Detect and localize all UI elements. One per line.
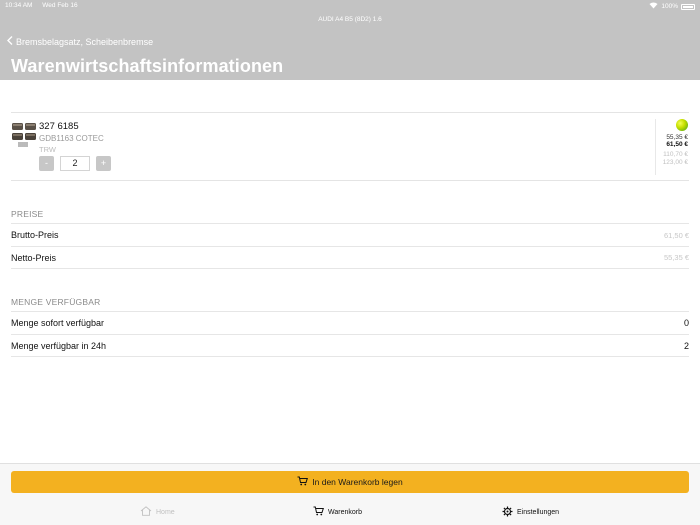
quantity-input[interactable]: 2 — [60, 156, 90, 171]
price-column: 55,35 € 61,50 € 110,70 € 123,00 € — [655, 119, 689, 175]
availability-indicator — [676, 119, 688, 131]
chevron-left-icon — [7, 36, 13, 47]
home-icon — [140, 506, 152, 518]
increment-button[interactable]: + — [96, 156, 111, 171]
tab-settings-label: Einstellungen — [517, 509, 560, 516]
tab-cart-label: Warenkorb — [328, 508, 362, 516]
price-row: Netto-Preis 55,35 € — [11, 246, 689, 269]
gear-icon — [502, 506, 513, 519]
prices-section-header: PREISE — [11, 209, 44, 219]
stock-section-header: MENGE VERFÜGBAR — [11, 297, 101, 307]
price-row-label: Netto-Preis — [11, 252, 57, 263]
tab-home[interactable]: Home — [140, 506, 175, 518]
status-bar: 10:34 AM Wed Feb 16 100% — [0, 2, 700, 12]
stock-row: Menge sofort verfügbar 0 — [11, 311, 689, 334]
product-card[interactable]: 327 6185 GDB1163 COTEC TRW - 2 + 55,35 €… — [11, 112, 689, 181]
status-date: Wed Feb 16 — [42, 2, 78, 9]
stock-row-value: 0 — [683, 318, 689, 328]
page-title: Warenwirtschaftsinformationen — [11, 56, 284, 76]
stock-row-label: Menge sofort verfügbar — [11, 318, 105, 328]
decrement-button[interactable]: - — [39, 156, 54, 171]
tab-settings[interactable]: Einstellungen — [502, 506, 559, 519]
gross-price: 61,50 € — [666, 141, 688, 148]
add-to-cart-label: In den Warenkorb legen — [312, 477, 403, 487]
article-number: 327 6185 — [39, 121, 79, 132]
net-price: 55,35 € — [666, 134, 688, 141]
navigation-header: 10:34 AM Wed Feb 16 100% AUDI A4 B5 (8D2… — [0, 0, 700, 80]
quantity-stepper: - 2 + — [39, 156, 111, 171]
wifi-icon — [649, 2, 658, 11]
cart-icon — [313, 506, 324, 518]
price-row-value: 55,35 € — [663, 253, 689, 262]
stock-row: Menge verfügbar in 24h 2 — [11, 334, 689, 357]
stock-row-label: Menge verfügbar in 24h — [11, 340, 107, 351]
price-row: Brutto-Preis 61,50 € — [11, 223, 689, 246]
back-label: Bremsbelagsatz, Scheibenbremse — [16, 36, 154, 47]
battery-icon — [681, 3, 695, 10]
back-button[interactable]: Bremsbelagsatz, Scheibenbremse — [7, 36, 153, 47]
net-total-price: 110,70 € — [663, 151, 688, 158]
brake-pad-image — [11, 121, 37, 149]
status-time: 10:34 AM — [5, 2, 33, 9]
vehicle-title: AUDI A4 B5 (8D2) 1.6 — [318, 16, 382, 23]
gross-total-price: 123,00 € — [662, 159, 688, 166]
brand-name: TRW — [39, 145, 56, 154]
battery-percent: 100% — [661, 3, 678, 10]
cart-icon — [297, 476, 309, 488]
tab-home-label: Home — [156, 508, 175, 516]
add-to-cart-button[interactable]: In den Warenkorb legen — [11, 471, 689, 493]
tab-cart[interactable]: Warenkorb — [313, 506, 362, 518]
price-row-label: Brutto-Preis — [11, 230, 59, 240]
stock-row-value: 2 — [683, 340, 689, 351]
product-description: GDB1163 COTEC — [39, 134, 104, 143]
price-row-value: 61,50 € — [663, 230, 689, 240]
